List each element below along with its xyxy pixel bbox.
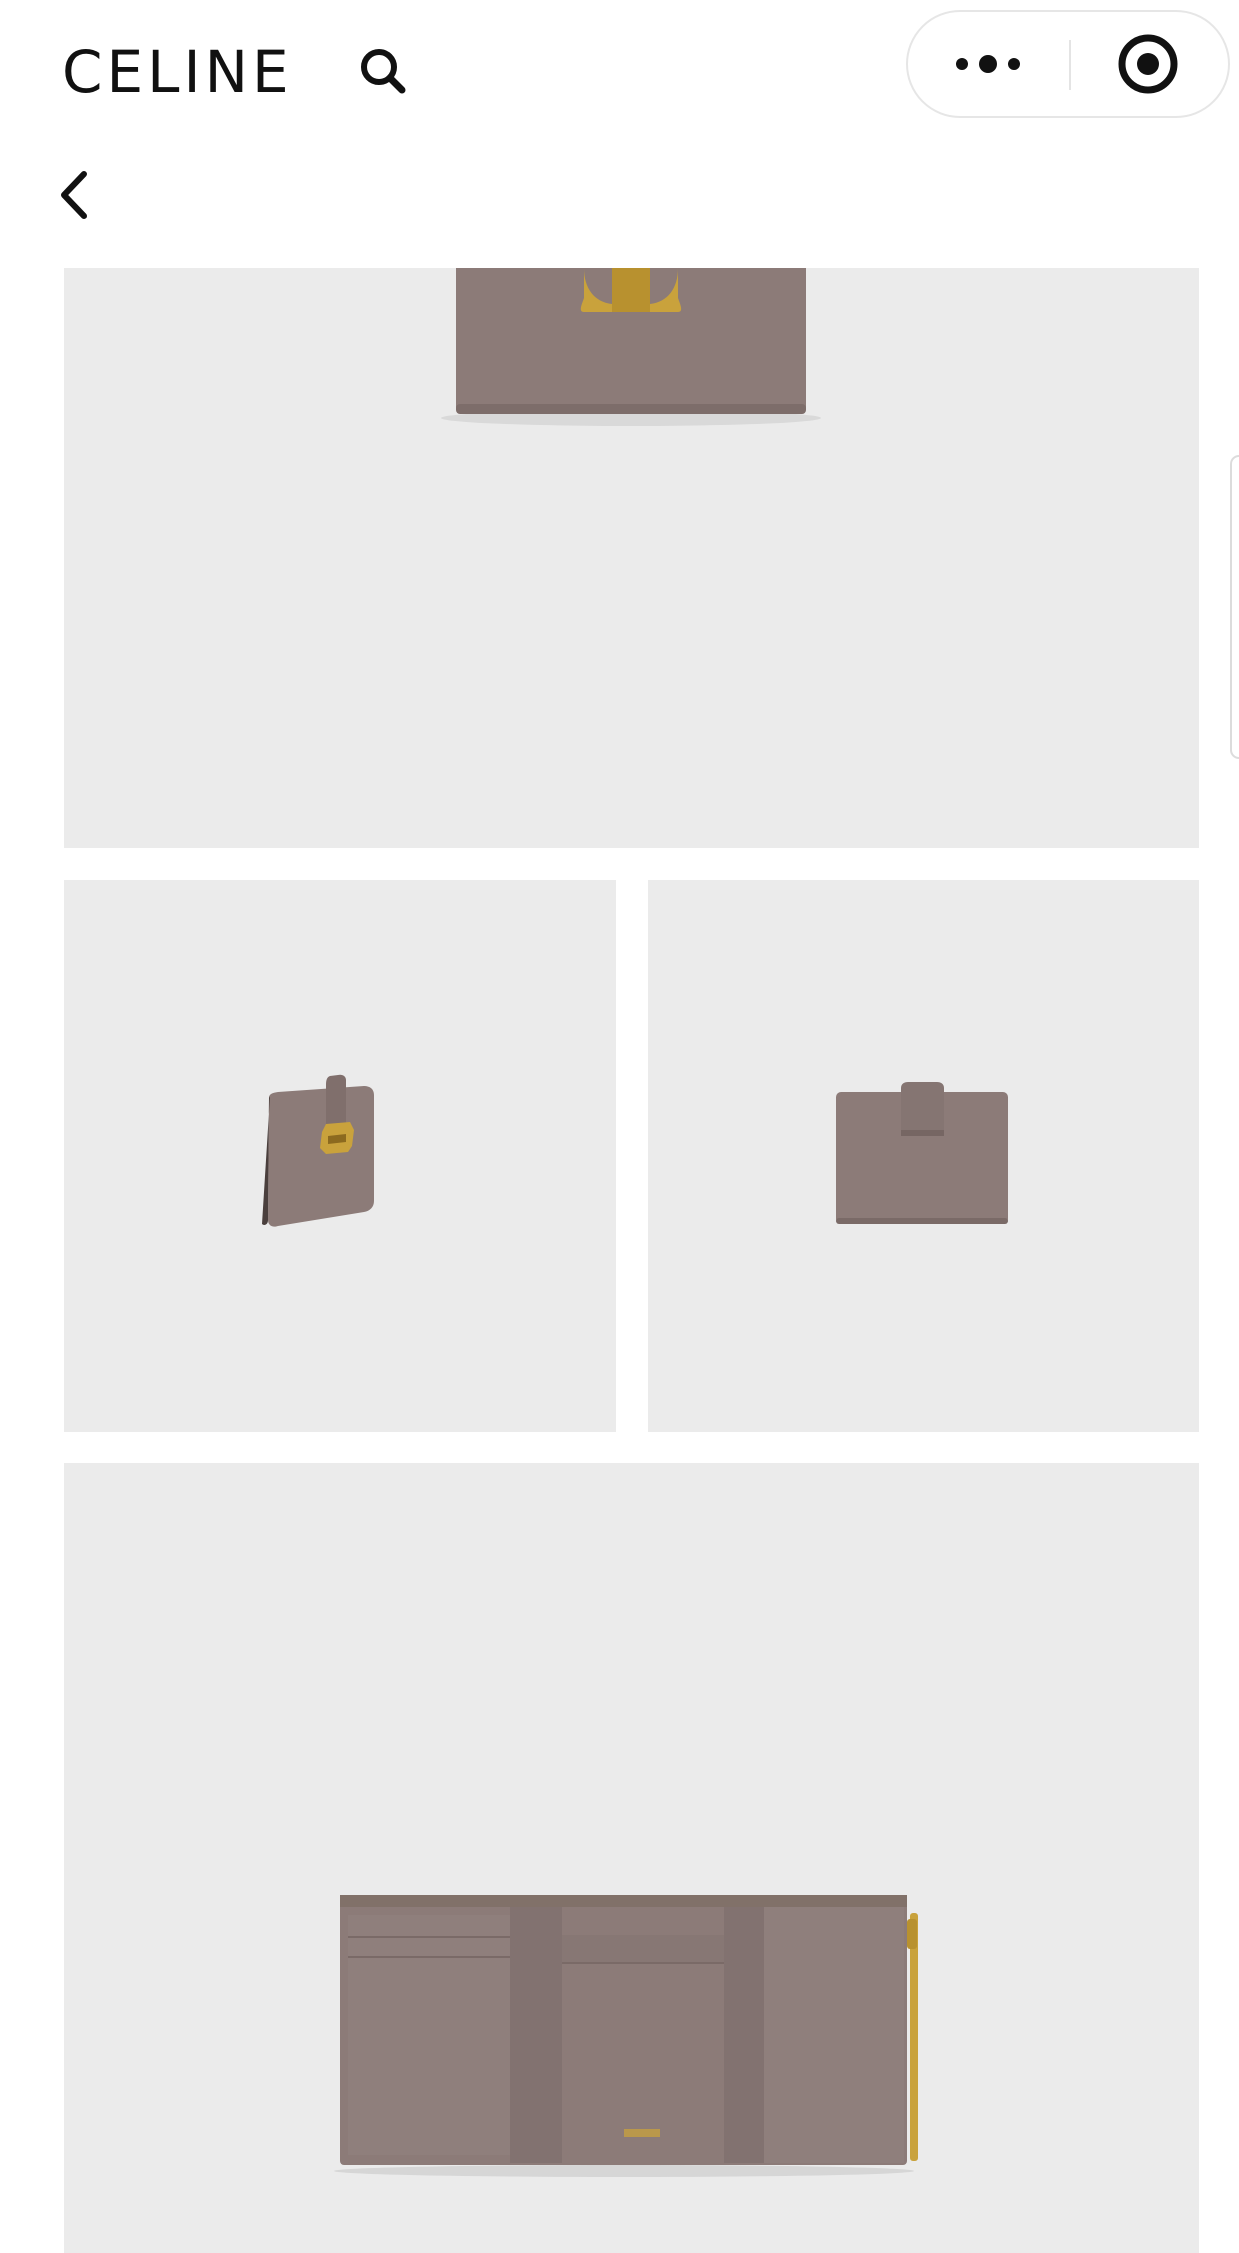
search-icon [361, 49, 406, 94]
product-image-back[interactable] [648, 880, 1199, 1432]
close-miniprogram-button[interactable] [1072, 12, 1228, 116]
wallet-back-image [836, 1082, 1008, 1224]
wallet-side-image [262, 1074, 374, 1227]
more-button[interactable] [908, 12, 1068, 116]
chevron-left-icon [61, 171, 87, 219]
product-image-front[interactable] [64, 268, 1199, 848]
product-image-side[interactable] [64, 880, 616, 1432]
search-button[interactable] [356, 44, 412, 100]
mini-program-capsule [906, 10, 1230, 118]
floating-side-tab[interactable] [1230, 455, 1239, 759]
capsule-divider [1069, 40, 1071, 90]
wallet-open-image [334, 1895, 918, 2177]
product-image-open[interactable] [64, 1463, 1199, 2253]
back-button[interactable] [50, 160, 100, 230]
wallet-front-image [441, 268, 821, 426]
target-circle-icon [1118, 34, 1178, 94]
more-dots-icon [956, 55, 1020, 73]
top-bar: CELINE [0, 0, 1239, 260]
brand-logo[interactable]: CELINE [62, 40, 293, 104]
